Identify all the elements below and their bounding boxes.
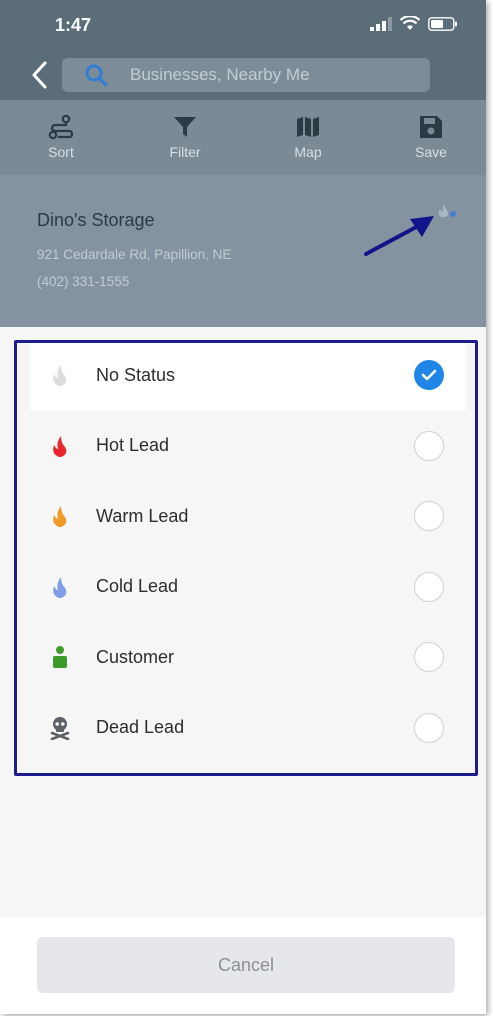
save-label: Save [415, 144, 447, 160]
search-input[interactable]: Businesses, Nearby Me [62, 58, 430, 92]
chevron-left-icon [32, 61, 47, 89]
battery-icon [428, 16, 457, 31]
business-address: 921 Cedardale Rd, Papillion, NE [37, 247, 232, 262]
search-icon [85, 64, 108, 87]
status-icons [370, 16, 458, 31]
annotation-highlight-box [14, 340, 478, 776]
route-icon [48, 114, 74, 140]
map-button[interactable]: Map [268, 114, 348, 160]
annotation-arrow-icon [364, 216, 434, 256]
sort-button[interactable]: Sort [21, 114, 101, 160]
wifi-icon [400, 16, 420, 30]
status-bar: 1:47 [0, 0, 486, 50]
search-placeholder: Businesses, Nearby Me [130, 65, 310, 84]
business-name: Dino's Storage [37, 210, 155, 230]
map-label: Map [294, 144, 322, 160]
cancel-button[interactable]: Cancel [37, 937, 455, 993]
toolbar: Sort Filter Map Save [0, 100, 486, 175]
phone-screen: 1:47 Businesses, Nearby Me Sort Filter M… [0, 0, 486, 1014]
signal-icon [370, 16, 392, 31]
back-button[interactable] [26, 58, 52, 92]
business-phone: (402) 331-1555 [37, 274, 130, 289]
save-button[interactable]: Save [391, 114, 471, 160]
map-icon [297, 117, 319, 137]
status-time: 1:47 [55, 15, 92, 35]
filter-icon [174, 117, 196, 137]
filter-label: Filter [169, 144, 201, 160]
sheet-footer: Cancel [0, 917, 486, 1014]
nav-bar: Businesses, Nearby Me [0, 50, 486, 100]
sort-label: Sort [48, 144, 74, 160]
floppy-disk-icon [420, 116, 442, 138]
filter-button[interactable]: Filter [145, 114, 225, 160]
